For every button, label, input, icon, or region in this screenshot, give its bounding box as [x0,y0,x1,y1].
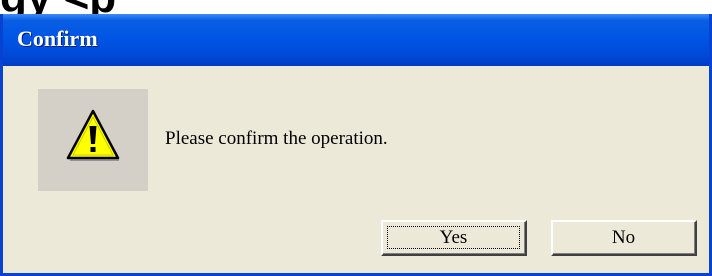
confirm-dialog: Confirm Please confirm the operation. Ye… [0,14,712,276]
no-button[interactable]: No [551,220,697,256]
dialog-titlebar[interactable]: Confirm [3,14,709,66]
dialog-body: Please confirm the operation. Yes No [3,66,709,273]
dialog-title: Confirm [17,26,98,51]
page: gy <p Confirm Please confirm the operati… [0,0,712,276]
icon-panel [38,89,148,191]
yes-button-label: Yes [387,226,520,249]
dialog-message: Please confirm the operation. [165,128,388,149]
warning-icon [66,109,120,161]
no-button-label: No [611,226,636,248]
yes-button[interactable]: Yes [381,220,527,256]
